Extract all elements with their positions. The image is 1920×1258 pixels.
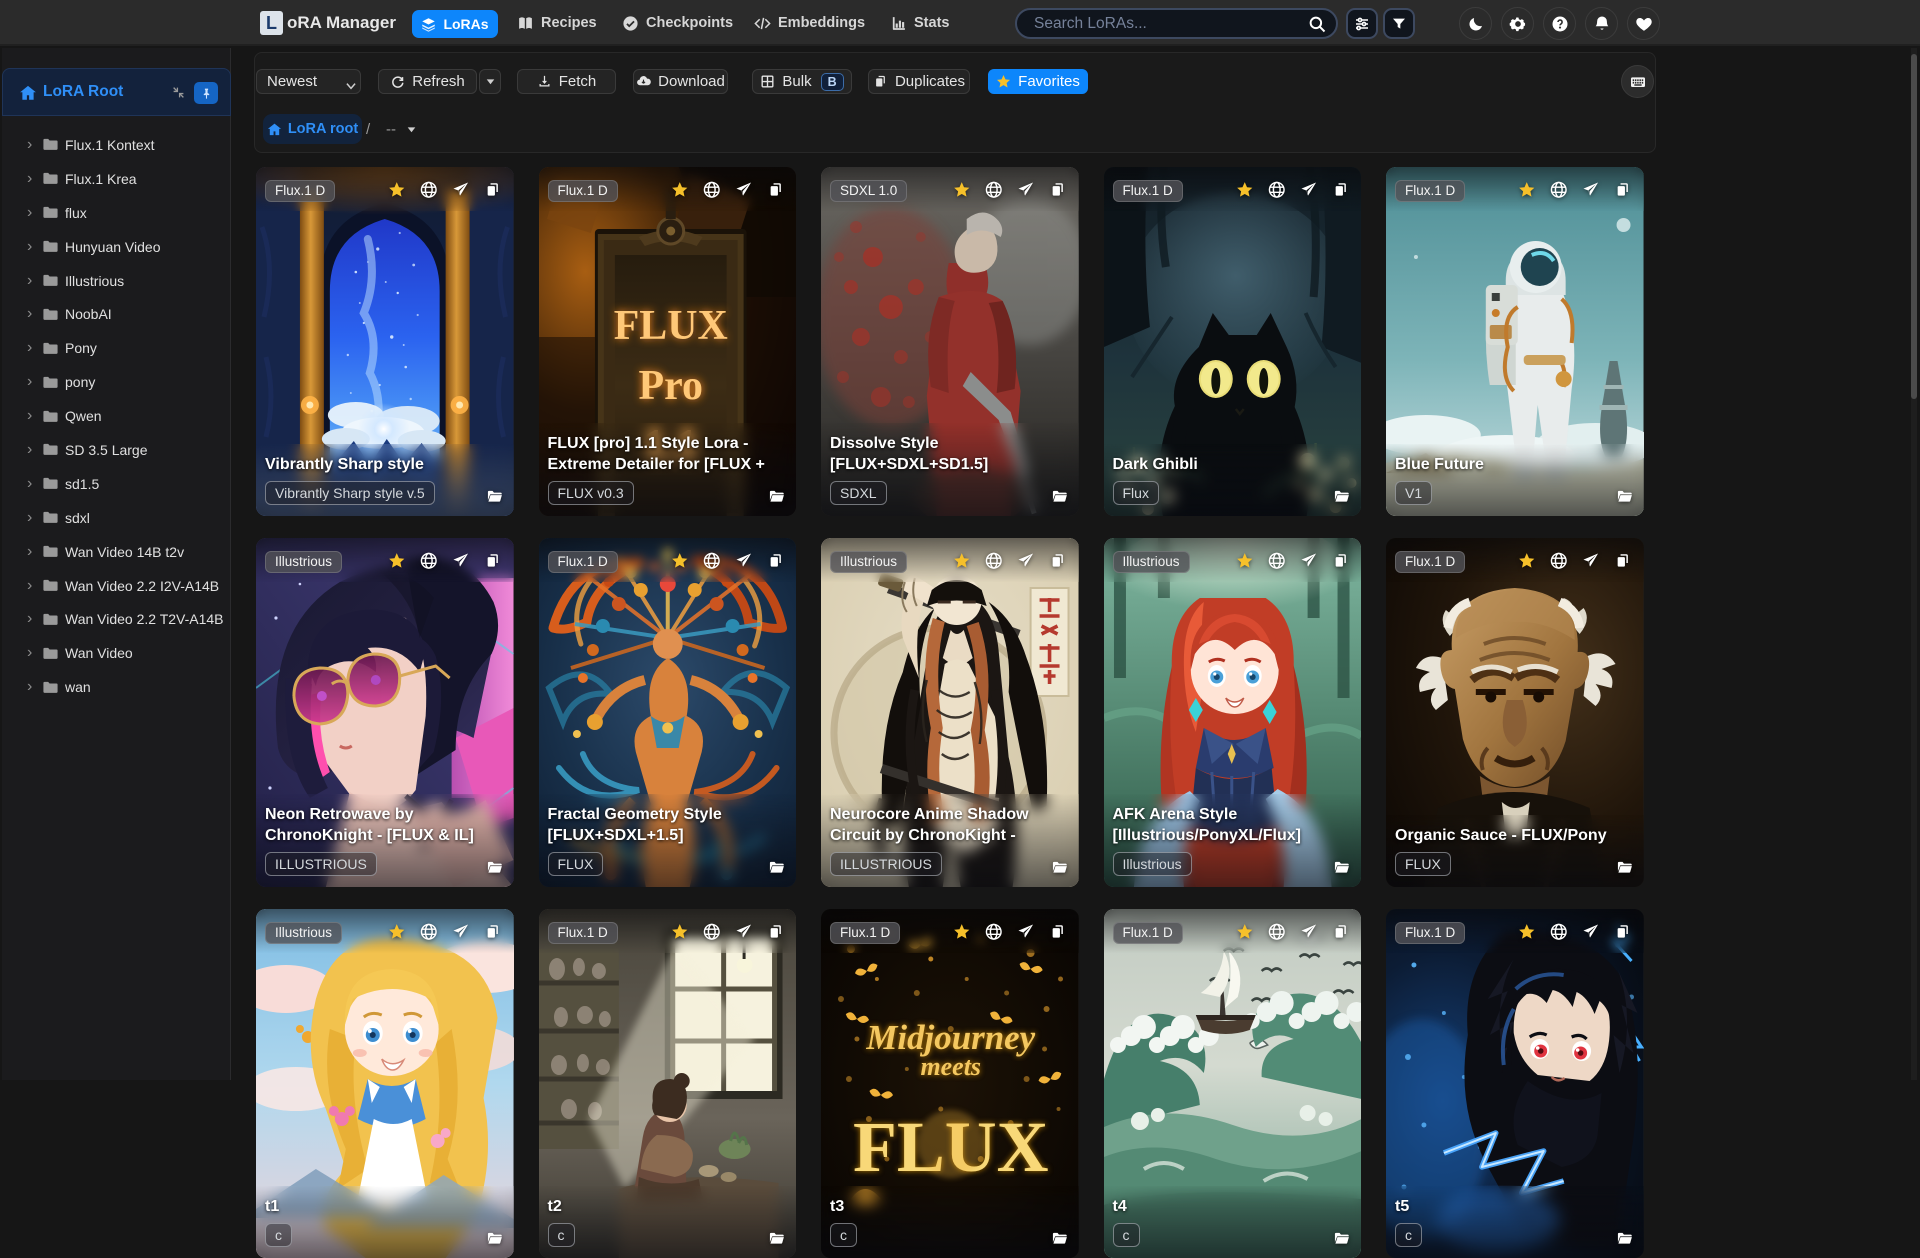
- svg-text:FLUX: FLUX: [613, 303, 727, 349]
- svg-text:meets: meets: [920, 1052, 981, 1081]
- svg-text:Pro: Pro: [638, 363, 702, 409]
